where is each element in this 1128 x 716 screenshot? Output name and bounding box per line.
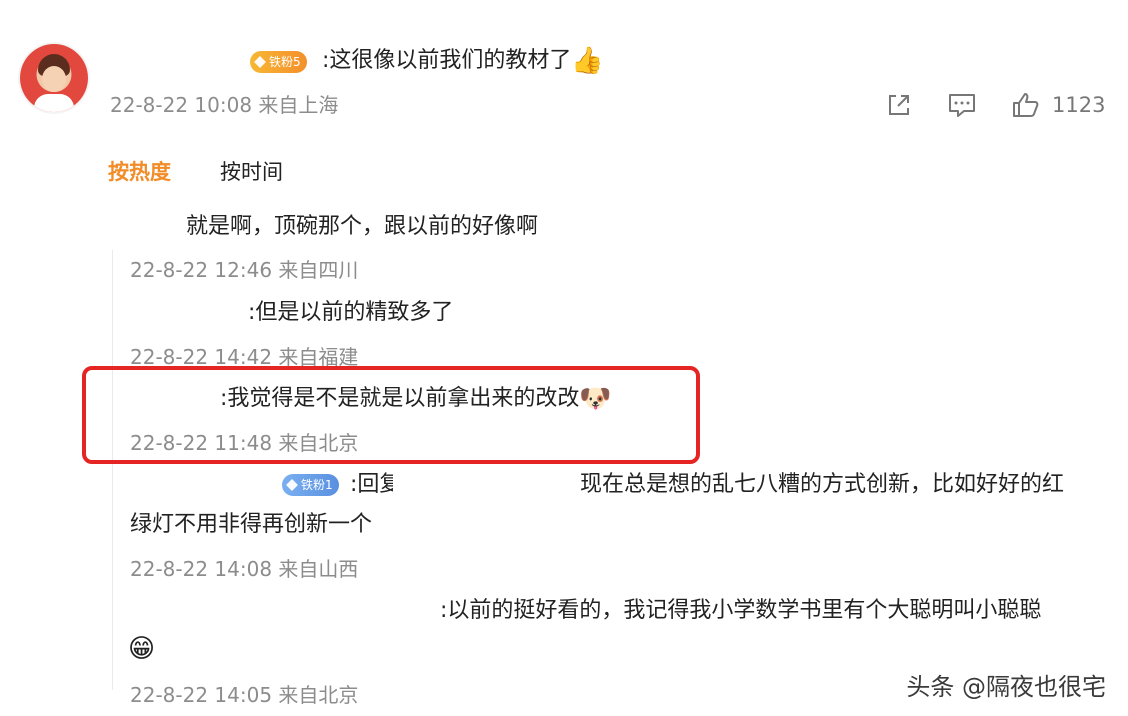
share-button[interactable]: [884, 88, 914, 122]
reply-time: 22-8-22 14:08 来自山西: [130, 557, 359, 581]
reply-emoji-line: 😁: [128, 634, 155, 664]
like-button[interactable]: 1123: [1010, 88, 1105, 122]
fan-badge: 铁粉1: [282, 474, 339, 496]
thumbs-up-icon: [1013, 93, 1039, 117]
reply-thread-divider: [112, 250, 113, 690]
grinning-emoji: 😁: [128, 634, 156, 664]
watermark: 头条 @隔夜也很宅: [906, 673, 1106, 701]
comment-button[interactable]: [946, 88, 978, 122]
diamond-icon: [286, 479, 298, 491]
reply-text: :但是以前的精致多了: [248, 300, 454, 325]
reply-text: 现在总是想的乱七八糟的方式创新，比如好好的红: [580, 472, 1065, 497]
post-time: 22-8-22 10:08 来自上海: [110, 93, 339, 117]
thumbs-up-emoji: 👍: [571, 46, 604, 76]
avatar[interactable]: [20, 44, 88, 112]
avatar-face: [42, 66, 66, 92]
like-count: 1123: [1052, 93, 1106, 117]
share-icon: [889, 95, 909, 115]
redacted-area: [393, 470, 571, 508]
avatar-shirt: [34, 94, 74, 112]
post-text: :这很像以前我们的教材了👍: [322, 46, 604, 76]
reply-time: 22-8-22 12:46 来自四川: [130, 258, 359, 282]
reply-text: 就是啊，顶碗那个，跟以前的好像啊: [186, 214, 539, 239]
comment-icon: [949, 94, 975, 117]
sort-by-time-tab[interactable]: 按时间: [220, 158, 283, 186]
reply-text: 绿灯不用非得再创新一个: [130, 512, 373, 537]
reply-time: 22-8-22 14:05 来自北京: [130, 683, 359, 707]
reply-text: :以前的挺好看的，我记得我小学数学书里有个大聪明叫小聪聪: [440, 598, 1042, 623]
fan-badge-label: 铁粉5: [269, 55, 301, 69]
fan-badge-label: 铁粉1: [301, 478, 333, 492]
post-text-body: :这很像以前我们的教材了: [322, 48, 572, 73]
sort-by-hot-tab[interactable]: 按热度: [108, 158, 171, 186]
crown-icon: [254, 56, 266, 68]
fan-badge: 铁粉5: [250, 51, 307, 73]
comment-screenshot: 铁粉5 :这很像以前我们的教材了👍 22-8-22 10:08 来自上海 112…: [0, 0, 1128, 716]
highlight-box: [82, 366, 700, 464]
